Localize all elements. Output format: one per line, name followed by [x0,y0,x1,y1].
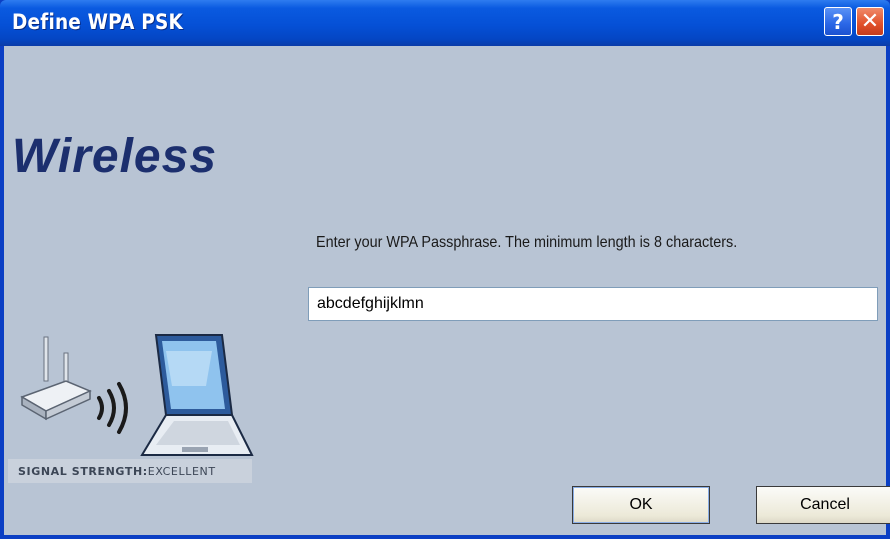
router-icon [20,336,92,421]
signal-waves-icon [97,382,128,434]
window-frame-right [886,46,890,539]
cancel-button[interactable]: Cancel [756,486,890,524]
signal-strength-value: EXCELLENT [147,464,216,478]
title-bar[interactable]: Define WPA PSK ? ✕ [0,0,890,46]
signal-strength-indicator: SIGNAL STRENGTH: EXCELLENT [8,459,252,483]
close-button[interactable]: ✕ [856,7,884,36]
window-frame-bottom [0,535,890,539]
brand-logo-text: Wireless [12,130,218,183]
help-button[interactable]: ? [824,7,852,36]
close-icon: ✕ [860,9,880,34]
help-icon: ? [832,9,844,34]
signal-strength-label: SIGNAL STRENGTH: [18,464,148,478]
dialog-client-area: Wireless Enter your WPA Passphrase. The … [4,46,890,535]
passphrase-input[interactable] [308,287,878,321]
passphrase-prompt: Enter your WPA Passphrase. The minimum l… [316,234,738,251]
wireless-illustration [20,334,254,456]
wpa-psk-dialog: Define WPA PSK ? ✕ Wireless Enter your W… [0,0,890,539]
window-title: Define WPA PSK [12,10,183,34]
ok-button[interactable]: OK [572,486,710,524]
laptop-icon [140,334,254,456]
